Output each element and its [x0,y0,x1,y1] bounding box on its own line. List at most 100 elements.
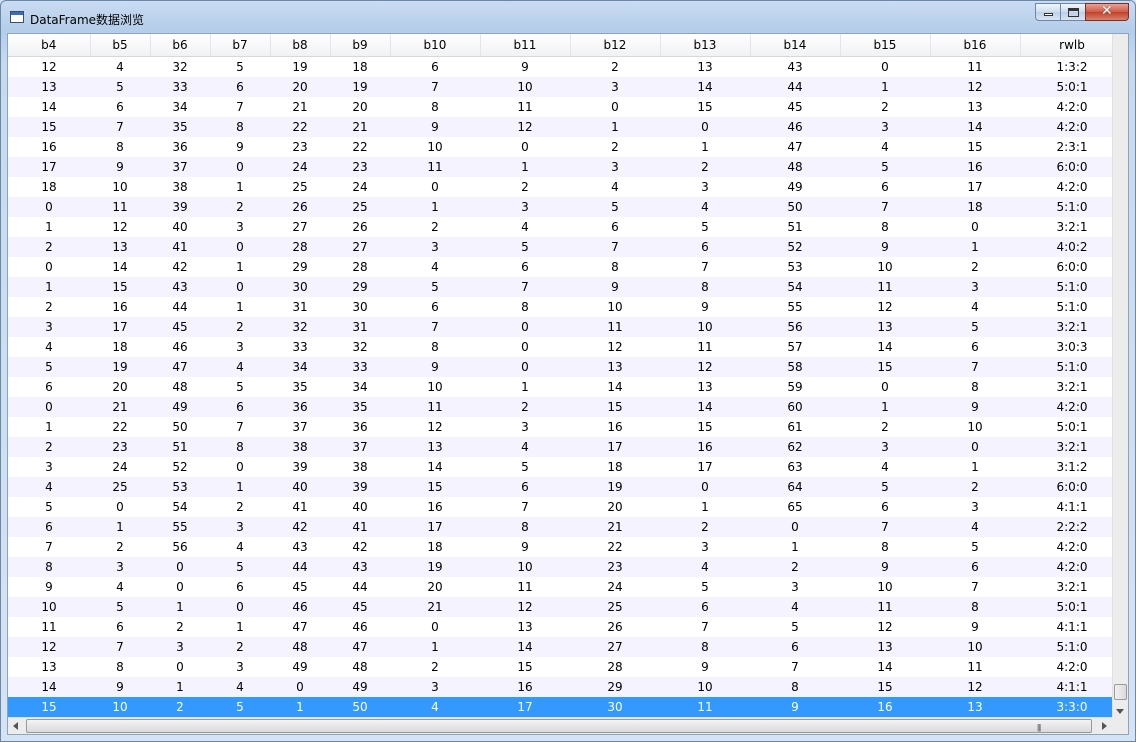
cell-b13[interactable]: 3 [660,537,750,557]
cell-b14[interactable]: 47 [750,137,840,157]
column-header-b9[interactable]: b9 [330,34,391,57]
cell-b15[interactable]: 9 [840,557,930,577]
cell-b13[interactable]: 15 [660,417,750,437]
cell-b8[interactable]: 38 [270,437,330,457]
table-row[interactable]: 18 10 38 1 25 24 0 2 4 3 49 6 17 4:2:0 [8,177,1124,197]
table-row[interactable]: 6 20 48 5 35 34 10 1 14 13 59 0 8 3:2:1 [8,377,1124,397]
cell-b5[interactable]: 2 [90,537,150,557]
cell-b14[interactable]: 49 [750,177,840,197]
cell-b15[interactable]: 12 [840,617,930,637]
cell-b13[interactable]: 1 [660,137,750,157]
horizontal-scroll-thumb[interactable]: ||| [26,719,1092,733]
table-row[interactable]: 1 22 50 7 37 36 12 3 16 15 61 2 10 5:0:1 [8,417,1124,437]
cell-b15[interactable]: 15 [840,357,930,377]
cell-b5[interactable]: 6 [90,97,150,117]
cell-b8[interactable]: 46 [270,597,330,617]
cell-b8[interactable]: 31 [270,297,330,317]
cell-b10[interactable]: 19 [390,557,480,577]
cell-b6[interactable]: 3 [150,637,210,657]
cell-rwlb[interactable]: 5:0:1 [1020,77,1124,97]
cell-b5[interactable]: 10 [90,177,150,197]
cell-b14[interactable]: 48 [750,157,840,177]
cell-b15[interactable]: 14 [840,337,930,357]
cell-b7[interactable]: 0 [210,157,270,177]
cell-b7[interactable]: 3 [210,217,270,237]
cell-b9[interactable]: 30 [330,297,390,317]
cell-b5[interactable]: 9 [90,677,150,697]
cell-b4[interactable]: 12 [8,637,90,657]
cell-b12[interactable]: 3 [570,157,660,177]
cell-b15[interactable]: 6 [840,497,930,517]
table-row[interactable]: 15 10 2 5 1 50 4 17 30 11 9 16 13 3:3:0 [8,697,1124,717]
cell-b10[interactable]: 16 [390,497,480,517]
cell-b13[interactable]: 1 [660,497,750,517]
cell-b14[interactable]: 53 [750,257,840,277]
cell-b5[interactable]: 22 [90,417,150,437]
cell-b8[interactable]: 26 [270,197,330,217]
cell-b10[interactable]: 11 [390,157,480,177]
cell-b13[interactable]: 7 [660,257,750,277]
cell-b10[interactable]: 11 [390,397,480,417]
cell-b11[interactable]: 5 [480,457,570,477]
cell-b12[interactable]: 5 [570,197,660,217]
cell-b12[interactable]: 14 [570,377,660,397]
cell-b12[interactable]: 22 [570,537,660,557]
cell-b15[interactable]: 7 [840,197,930,217]
cell-b9[interactable]: 44 [330,577,390,597]
cell-b9[interactable]: 38 [330,457,390,477]
cell-b14[interactable]: 6 [750,637,840,657]
cell-b7[interactable]: 9 [210,137,270,157]
cell-b16[interactable]: 10 [930,637,1020,657]
cell-b13[interactable]: 6 [660,237,750,257]
cell-b14[interactable]: 64 [750,477,840,497]
cell-b15[interactable]: 10 [840,257,930,277]
cell-b4[interactable]: 1 [8,217,90,237]
cell-b14[interactable]: 57 [750,337,840,357]
cell-b5[interactable]: 21 [90,397,150,417]
cell-b6[interactable]: 2 [150,617,210,637]
cell-b15[interactable]: 1 [840,77,930,97]
cell-b14[interactable]: 58 [750,357,840,377]
cell-b7[interactable]: 7 [210,97,270,117]
cell-rwlb[interactable]: 6:0:0 [1020,157,1124,177]
cell-b13[interactable]: 14 [660,397,750,417]
vertical-scrollbar[interactable] [1112,34,1128,718]
cell-rwlb[interactable]: 4:2:0 [1020,557,1124,577]
cell-b7[interactable]: 1 [210,177,270,197]
cell-b5[interactable]: 7 [90,637,150,657]
cell-b15[interactable]: 15 [840,677,930,697]
cell-b15[interactable]: 14 [840,657,930,677]
cell-b11[interactable]: 11 [480,577,570,597]
cell-b4[interactable]: 11 [8,617,90,637]
cell-rwlb[interactable]: 3:0:3 [1020,337,1124,357]
cell-rwlb[interactable]: 3:2:1 [1020,317,1124,337]
cell-rwlb[interactable]: 4:1:1 [1020,677,1124,697]
cell-b11[interactable]: 0 [480,337,570,357]
cell-b8[interactable]: 22 [270,117,330,137]
cell-b8[interactable]: 35 [270,377,330,397]
cell-b5[interactable]: 8 [90,137,150,157]
dataframe-view[interactable]: b4 b5 b6 b7 b8 b9 b10 b11 b12 b13 b14 b15 b16 rwlb 12… [7,33,1129,735]
cell-rwlb[interactable]: 4:2:0 [1020,537,1124,557]
cell-b15[interactable]: 2 [840,97,930,117]
cell-b12[interactable]: 20 [570,497,660,517]
cell-b10[interactable]: 21 [390,597,480,617]
cell-b4[interactable]: 15 [8,697,90,717]
cell-b15[interactable]: 8 [840,537,930,557]
cell-rwlb[interactable]: 4:0:2 [1020,237,1124,257]
cell-b7[interactable]: 5 [210,697,270,717]
cell-b4[interactable]: 2 [8,437,90,457]
cell-b13[interactable]: 4 [660,557,750,577]
cell-b15[interactable]: 5 [840,157,930,177]
cell-b7[interactable]: 0 [210,277,270,297]
table-row[interactable]: 12 4 32 5 19 18 6 9 2 13 43 0 11 1:3:2 [8,56,1124,77]
cell-b12[interactable]: 21 [570,517,660,537]
cell-b9[interactable]: 46 [330,617,390,637]
cell-b8[interactable]: 24 [270,157,330,177]
cell-b14[interactable]: 60 [750,397,840,417]
cell-b7[interactable]: 3 [210,517,270,537]
cell-b13[interactable]: 14 [660,77,750,97]
cell-rwlb[interactable]: 5:1:0 [1020,357,1124,377]
cell-b9[interactable]: 26 [330,217,390,237]
cell-b8[interactable]: 37 [270,417,330,437]
